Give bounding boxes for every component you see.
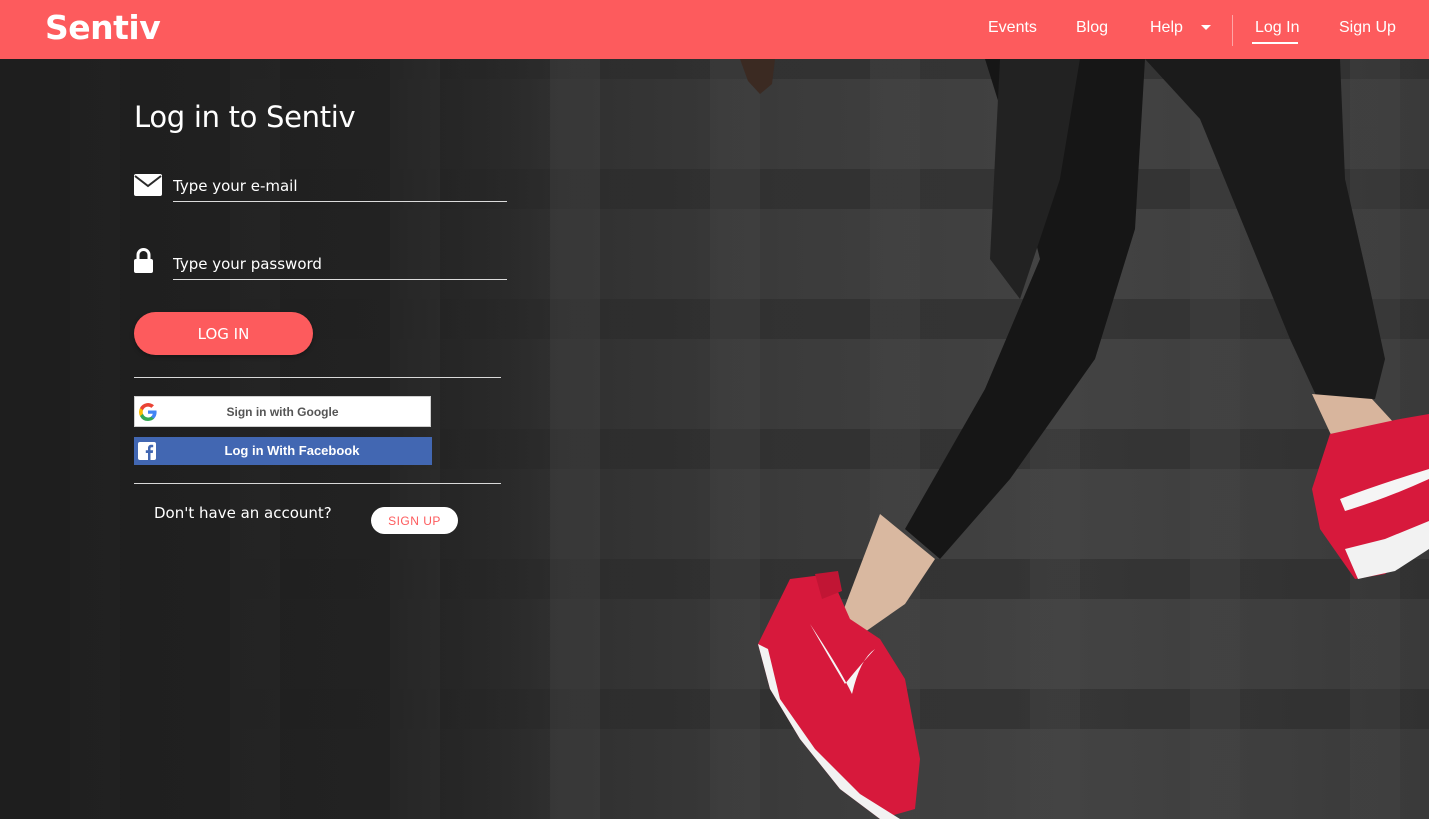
- login-button[interactable]: LOG IN: [134, 312, 313, 355]
- nav-signup-link[interactable]: Sign Up: [1339, 19, 1396, 37]
- page-title: Log in to Sentiv: [134, 100, 356, 134]
- brand-logo[interactable]: Sentiv: [45, 8, 161, 47]
- google-signin-label: Sign in with Google: [226, 405, 339, 419]
- google-signin-button[interactable]: Sign in with Google: [134, 396, 431, 427]
- no-account-text: Don't have an account?: [154, 504, 332, 522]
- divider: [134, 377, 501, 378]
- top-navbar: Sentiv Events Blog Help Log In Sign Up: [0, 0, 1429, 59]
- login-panel: Log in to Sentiv LOG IN Sign in with Goo…: [0, 0, 1429, 819]
- nav-help-menu[interactable]: Help: [1150, 19, 1183, 37]
- divider: [134, 483, 501, 484]
- nav-divider: [1232, 15, 1233, 46]
- lock-icon: [134, 248, 153, 273]
- active-nav-indicator: [1252, 42, 1298, 44]
- envelope-icon: [134, 174, 162, 196]
- nav-login-link[interactable]: Log In: [1255, 19, 1299, 37]
- signup-button[interactable]: SIGN UP: [371, 507, 458, 534]
- facebook-login-label: Log in With Facebook: [224, 443, 360, 458]
- email-input[interactable]: [173, 173, 507, 202]
- password-input[interactable]: [173, 251, 507, 280]
- nav-events-link[interactable]: Events: [988, 19, 1037, 37]
- caret-down-icon[interactable]: [1201, 25, 1211, 30]
- facebook-login-button[interactable]: Log in With Facebook: [134, 437, 432, 465]
- nav-blog-link[interactable]: Blog: [1076, 19, 1108, 37]
